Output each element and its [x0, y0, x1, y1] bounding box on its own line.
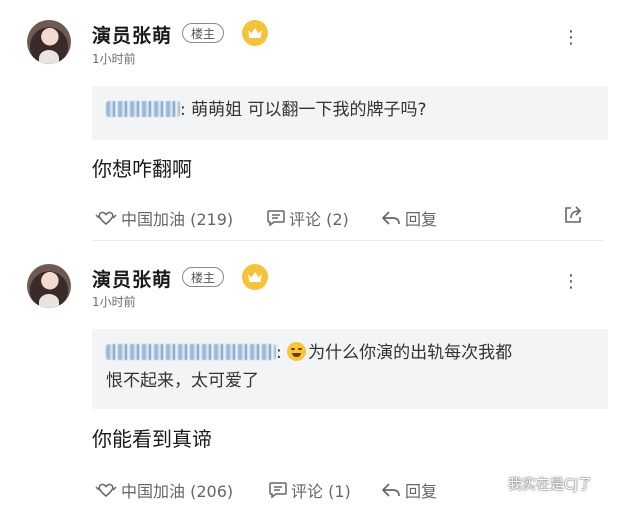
- quoted-comment[interactable]: : 为什么你演的出轨每次我都 恨不起来，太可爱了: [92, 329, 608, 409]
- post-time: 1小时前: [92, 52, 136, 66]
- blurred-username: [106, 101, 180, 117]
- quote-separator: :: [180, 100, 186, 120]
- post-content: 你想咋翻啊: [92, 157, 192, 181]
- reply-button[interactable]: 回复: [380, 206, 437, 230]
- host-badge: 楼主: [182, 23, 225, 43]
- cheer-count: 中国加油 (206): [121, 482, 234, 501]
- comment-icon: [267, 210, 285, 227]
- crown-icon: [242, 20, 268, 46]
- post-1: 演员张萌 楼主 1小时前 ⋮ : 萌萌姐 可以翻一下我的牌子吗? 你想咋翻啊 中…: [0, 0, 640, 244]
- reply-button[interactable]: 回复: [380, 478, 437, 502]
- more-vertical-icon[interactable]: ⋮: [562, 273, 580, 291]
- cheer-button[interactable]: 中国加油 (206): [94, 478, 233, 502]
- crown-icon: [242, 264, 268, 290]
- reply-icon: [382, 211, 400, 225]
- watermark-text: 我实在是CJ了: [508, 477, 592, 493]
- author-avatar[interactable]: [27, 264, 71, 308]
- watermark: 我实在是CJ了: [484, 474, 592, 494]
- author-name[interactable]: 演员张萌: [92, 265, 172, 292]
- more-vertical-icon[interactable]: ⋮: [562, 29, 580, 47]
- reply-label: 回复: [405, 210, 438, 229]
- comment-button[interactable]: 评论 (1): [268, 478, 351, 502]
- quote-text-line2: 恨不起来，太可爱了: [106, 371, 259, 391]
- host-badge: 楼主: [182, 267, 225, 287]
- author-avatar[interactable]: [27, 20, 71, 64]
- heart-hands-icon: [95, 211, 117, 225]
- post-time: 1小时前: [92, 295, 136, 309]
- comment-button[interactable]: 评论 (2): [266, 206, 349, 230]
- reply-label: 回复: [405, 482, 438, 501]
- quote-separator: :: [276, 343, 282, 363]
- quote-text: 萌萌姐 可以翻一下我的牌子吗?: [191, 100, 427, 120]
- post-divider: [92, 240, 604, 241]
- quote-text-line1: 为什么你演的出轨每次我都: [308, 343, 513, 363]
- laughing-emoji-icon: [287, 342, 307, 361]
- cheer-button[interactable]: 中国加油 (219): [94, 206, 233, 230]
- quoted-comment[interactable]: : 萌萌姐 可以翻一下我的牌子吗?: [92, 86, 608, 140]
- comment-count: 评论 (1): [291, 482, 351, 501]
- comment-count: 评论 (2): [289, 210, 349, 229]
- wechat-logo-icon: [484, 476, 504, 492]
- reply-icon: [382, 483, 400, 497]
- blurred-username: [106, 344, 276, 360]
- action-bar: 中国加油 (219) 评论 (2) 回复: [92, 204, 612, 230]
- comment-icon: [269, 482, 287, 499]
- cheer-count: 中国加油 (219): [121, 210, 234, 229]
- share-icon[interactable]: [562, 204, 584, 230]
- heart-hands-icon: [95, 483, 117, 497]
- author-name[interactable]: 演员张萌: [92, 21, 172, 48]
- post-content: 你能看到真谛: [92, 427, 212, 451]
